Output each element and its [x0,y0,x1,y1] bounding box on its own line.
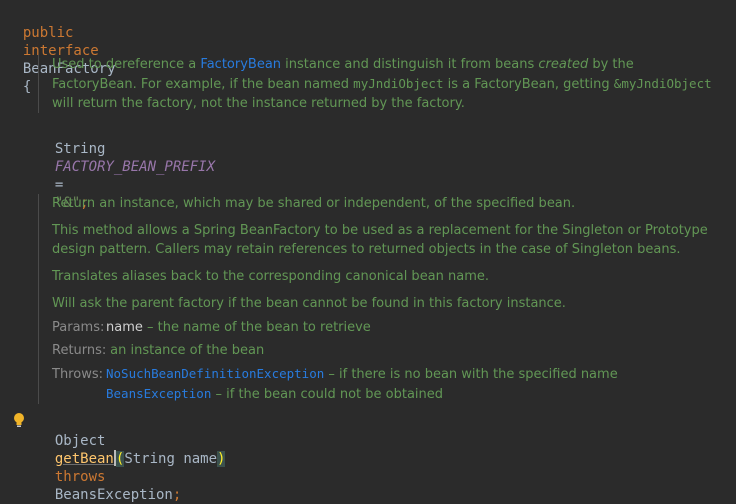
keyword-throws: throws [54,469,106,485]
returns-row: Returns: an instance of the bean [52,343,265,358]
doc1-line3: will return the factory, not the instanc… [52,96,465,111]
returns-label: Returns: [52,343,107,358]
doc2-p4: Will ask the parent factory if the bean … [52,296,566,311]
beansexception-link[interactable]: BeansException [106,386,211,401]
params-label: Params: [52,320,105,335]
param-name-code: name [183,451,218,467]
factorybean-link[interactable]: FactoryBean [200,57,281,72]
getbean-method-line[interactable]: Object getBean (String name) throws Beans… [38,414,226,504]
nosuchbeandefinitionexception-link[interactable]: NoSuchBeanDefinitionException [106,366,324,381]
throws-label: Throws: [52,367,103,382]
throws-row-1: Throws: NoSuchBeanDefinitionException – i… [52,366,618,382]
doc2-p2-line2: design pattern. Callers may retain refer… [52,242,681,257]
method-name[interactable]: getBean [55,451,114,467]
doc2-p1: Return an instance, which may be shared … [52,196,576,211]
throws-row-2: BeansException – if the bean could not b… [106,386,444,402]
exception-type[interactable]: BeansException [55,487,173,503]
doc2-p3: Translates aliases back to the correspon… [52,269,490,284]
param-name: name [106,320,143,335]
lightbulb-icon[interactable] [13,412,25,430]
doc1-line1: Used to dereference a FactoryBean instan… [52,57,634,72]
doc2-p2-line1: This method allows a Spring BeanFactory … [52,223,708,238]
constant-name[interactable]: FACTORY_BEAN_PREFIX [55,159,215,175]
params-row: Params: name – the name of the bean to re… [52,320,371,335]
return-type: Object [54,433,106,449]
type-string: String [54,141,106,157]
factory-bean-prefix-doc: Used to dereference a FactoryBean instan… [38,55,712,113]
open-brace: { [22,79,32,95]
keyword-public: public [22,25,74,41]
getbean-doc: Return an instance, which may be shared … [38,194,708,404]
doc1-line2: FactoryBean. For example, if the bean na… [52,76,712,92]
